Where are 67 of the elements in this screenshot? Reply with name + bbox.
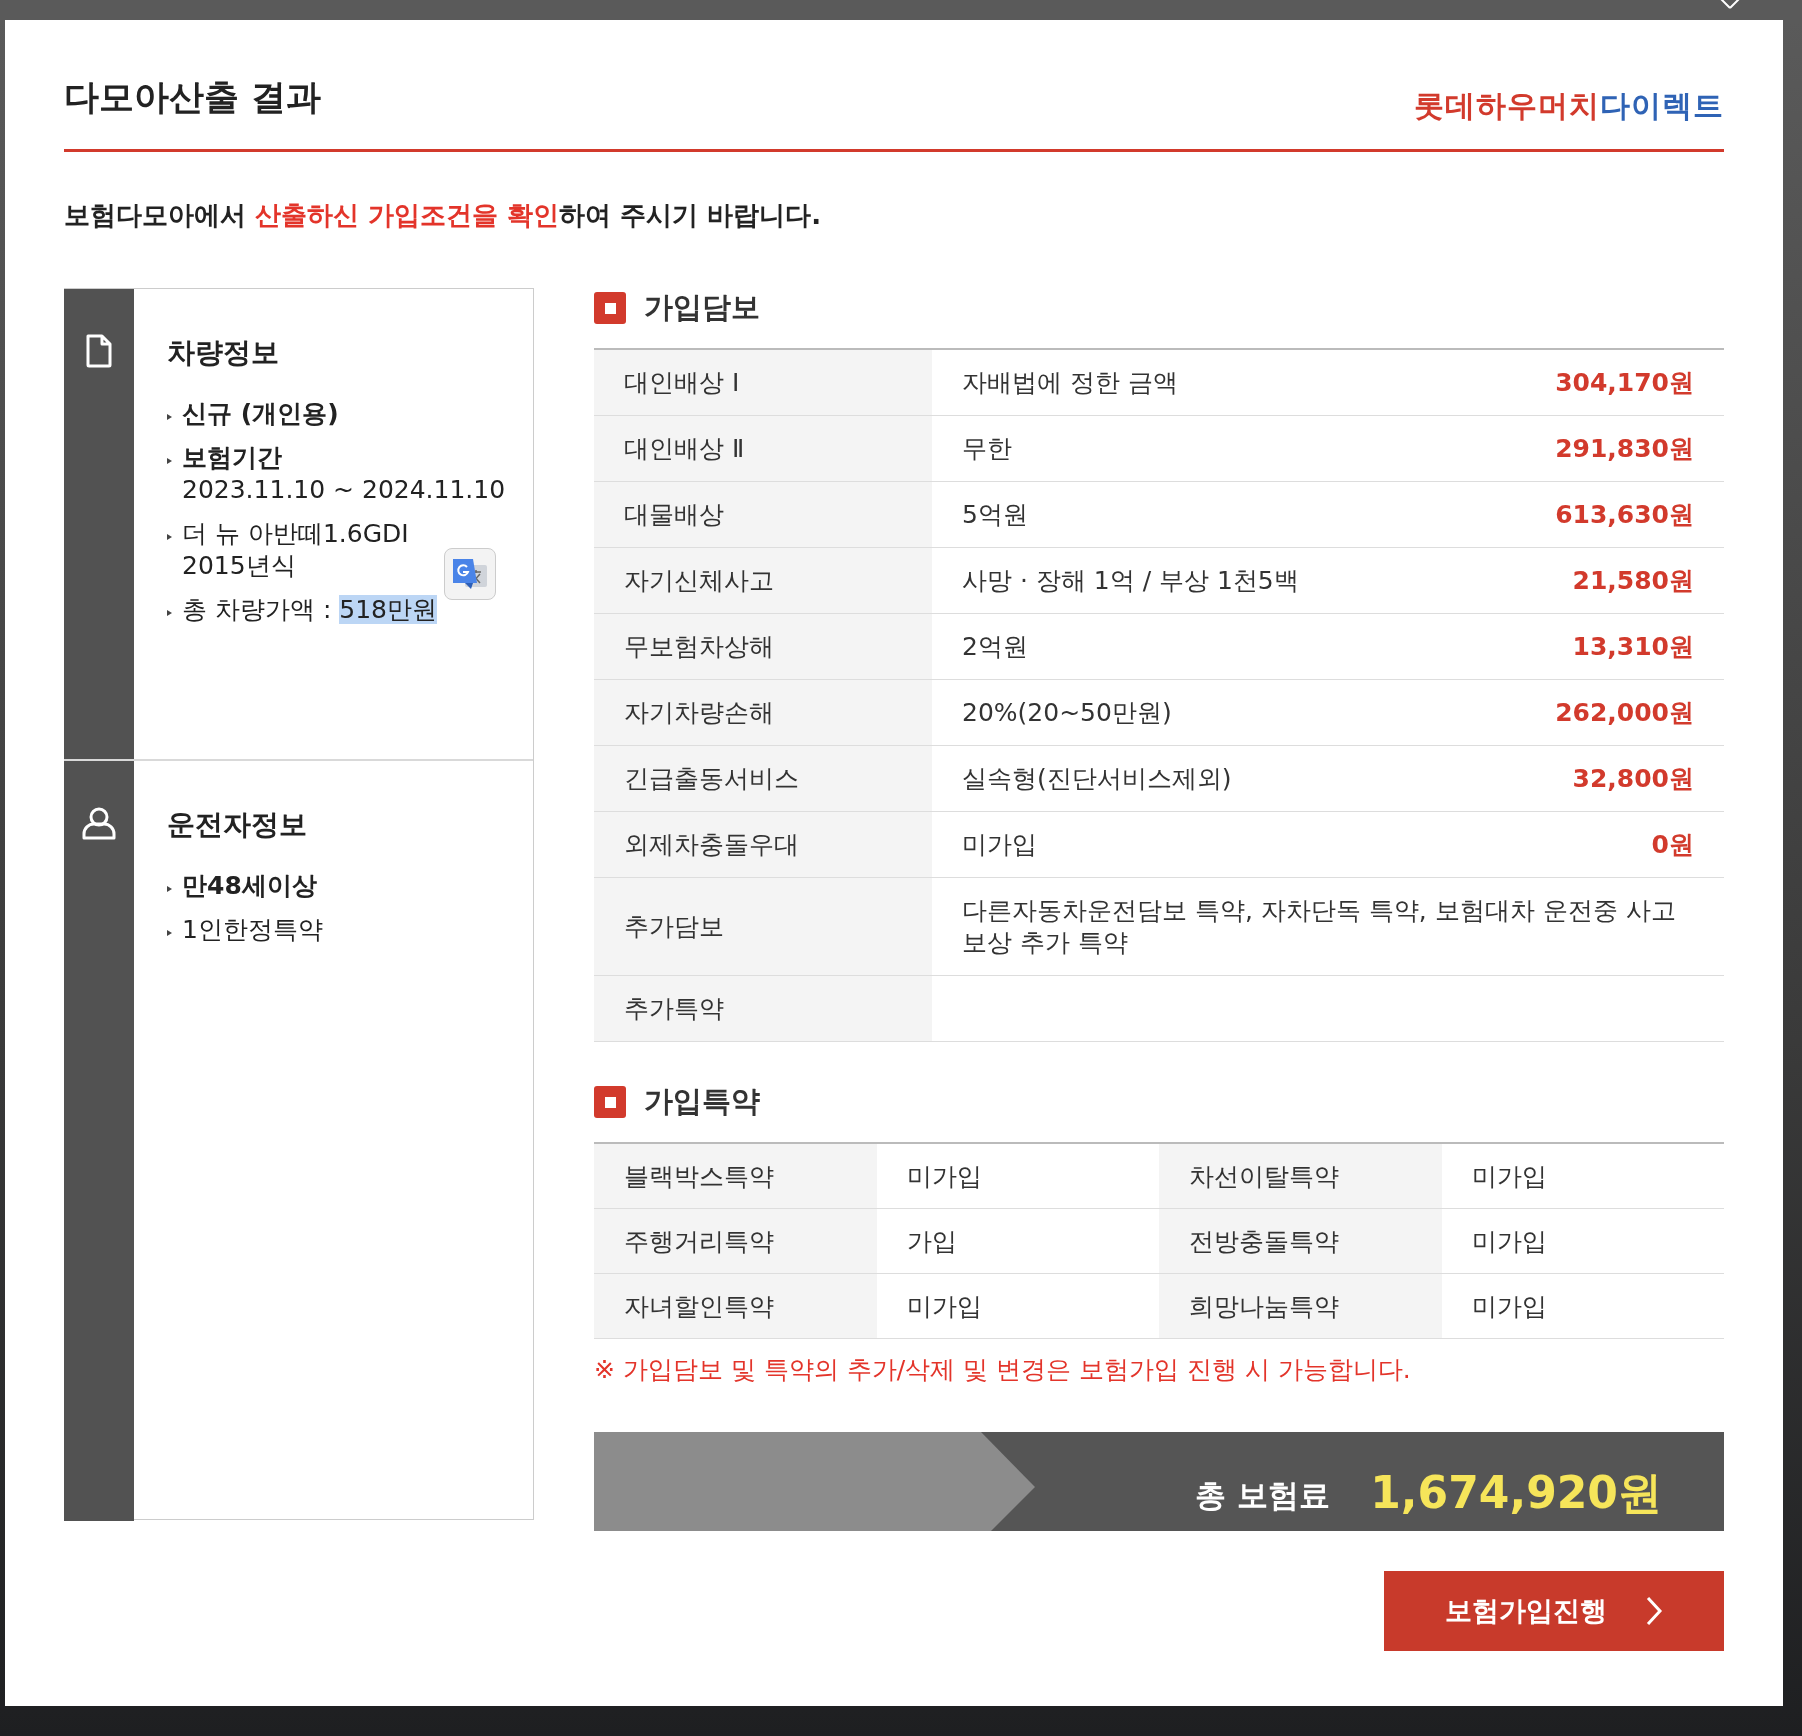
info-text: 2015년식 (182, 550, 297, 582)
info-text: 2023.11.10 ~ 2024.11.10 (182, 474, 506, 506)
info-label: 총 차량가액 : (182, 595, 333, 624)
logo-text: 롯데하우머치 (1414, 88, 1600, 123)
bullet-icon (167, 610, 172, 616)
coverage-name: 추가담보 (594, 878, 932, 975)
bullet-icon (167, 414, 172, 420)
rider-name: 차선이탈특약 (1159, 1144, 1442, 1209)
coverage-name: 대인배상 Ⅰ (594, 350, 932, 415)
coverage-detail: 무한 (962, 432, 1012, 465)
premium-amount: 291,830원 (1555, 433, 1694, 465)
rider-status: 미가입 (1441, 1144, 1724, 1209)
logo-text: 다이렉트 (1600, 88, 1724, 123)
section-title: 가입특약 (644, 1083, 760, 1120)
premium-amount: 0원 (1651, 829, 1694, 861)
notice-text: 보험다모아에서 산출하신 가입조건을 확인하여 주시기 바랍니다. (64, 199, 823, 232)
coverage-name: 대물배상 (594, 482, 932, 547)
coverage-detail: 사망 · 장해 1억 / 부상 1천5백 (962, 564, 1299, 597)
bullet-icon (167, 534, 172, 540)
premium-amount: 32,800원 (1572, 763, 1694, 795)
square-icon (594, 292, 626, 324)
rider-name: 주행거리특약 (594, 1209, 877, 1274)
bullet-icon (167, 886, 172, 892)
notice-text: ※ 가입담보 및 특약의 추가/삭제 및 변경은 보험가입 진행 시 가능합니다. (594, 1354, 1412, 1386)
coverage-detail: 2억원 (962, 630, 1028, 663)
proceed-button[interactable]: 보험가입진행 (1384, 1571, 1724, 1651)
bullet-icon (167, 930, 172, 936)
info-text: 1인한정특약 (182, 914, 323, 946)
coverage-name: 외제차충돌우대 (594, 812, 932, 877)
bullet-icon (167, 458, 172, 464)
coverage-name: 무보험차상해 (594, 614, 932, 679)
coverage-detail: 20%(20~50만원) (962, 696, 1172, 729)
coverage-detail: 다른자동차운전담보 특약, 자차단독 특약, 보험대차 운전중 사고보상 추가 특약 (962, 894, 1677, 959)
premium-amount: 304,170원 (1555, 367, 1694, 399)
premium-amount: 262,000원 (1555, 697, 1694, 729)
rider-name: 희망나눔특약 (1159, 1274, 1442, 1339)
info-text: 더 뉴 아반떼1.6GDI (182, 518, 409, 550)
panel-heading: 차량정보 (167, 335, 280, 371)
coverage-name: 자기차량손해 (594, 680, 932, 745)
coverage-detail: 5억원 (962, 498, 1028, 531)
premium-amount: 13,310원 (1572, 631, 1694, 663)
square-icon (594, 1086, 626, 1118)
total-label: 총 보험료 (1195, 1476, 1331, 1515)
chevron-icon (1645, 1596, 1663, 1626)
coverage-name: 추가특약 (594, 976, 932, 1041)
coverage-detail: 미가입 (962, 828, 1037, 861)
rider-name: 자녀할인특약 (594, 1274, 877, 1339)
coverage-detail: 자배법에 정한 금액 (962, 366, 1178, 399)
rider-status: 미가입 (1441, 1274, 1724, 1339)
total-amount: 1,674,920원 (1370, 1466, 1662, 1520)
info-text: 만48세이상 (182, 870, 317, 902)
premium-amount: 21,580원 (1572, 565, 1694, 597)
info-text: 보험기간 (182, 442, 283, 474)
premium-amount: 613,630원 (1555, 499, 1694, 531)
translate-icon[interactable] (444, 548, 496, 600)
info-text: 신규 (개인용) (182, 398, 339, 430)
coverage-detail: 실속형(진단서비스제외) (962, 762, 1232, 795)
coverage-name: 대인배상 Ⅱ (594, 416, 932, 481)
coverage-name: 자기신체사고 (594, 548, 932, 613)
dialog-title: 다모아산출 결과 (64, 76, 322, 119)
panel-heading: 운전자정보 (167, 807, 308, 843)
rider-status: 미가입 (1441, 1209, 1724, 1274)
info-value: 518만원 (339, 595, 437, 624)
coverage-name: 긴급출동서비스 (594, 746, 932, 811)
rider-name: 전방충돌특약 (1159, 1209, 1442, 1274)
section-title: 가입담보 (644, 289, 760, 326)
rider-name: 블랙박스특약 (594, 1144, 877, 1209)
